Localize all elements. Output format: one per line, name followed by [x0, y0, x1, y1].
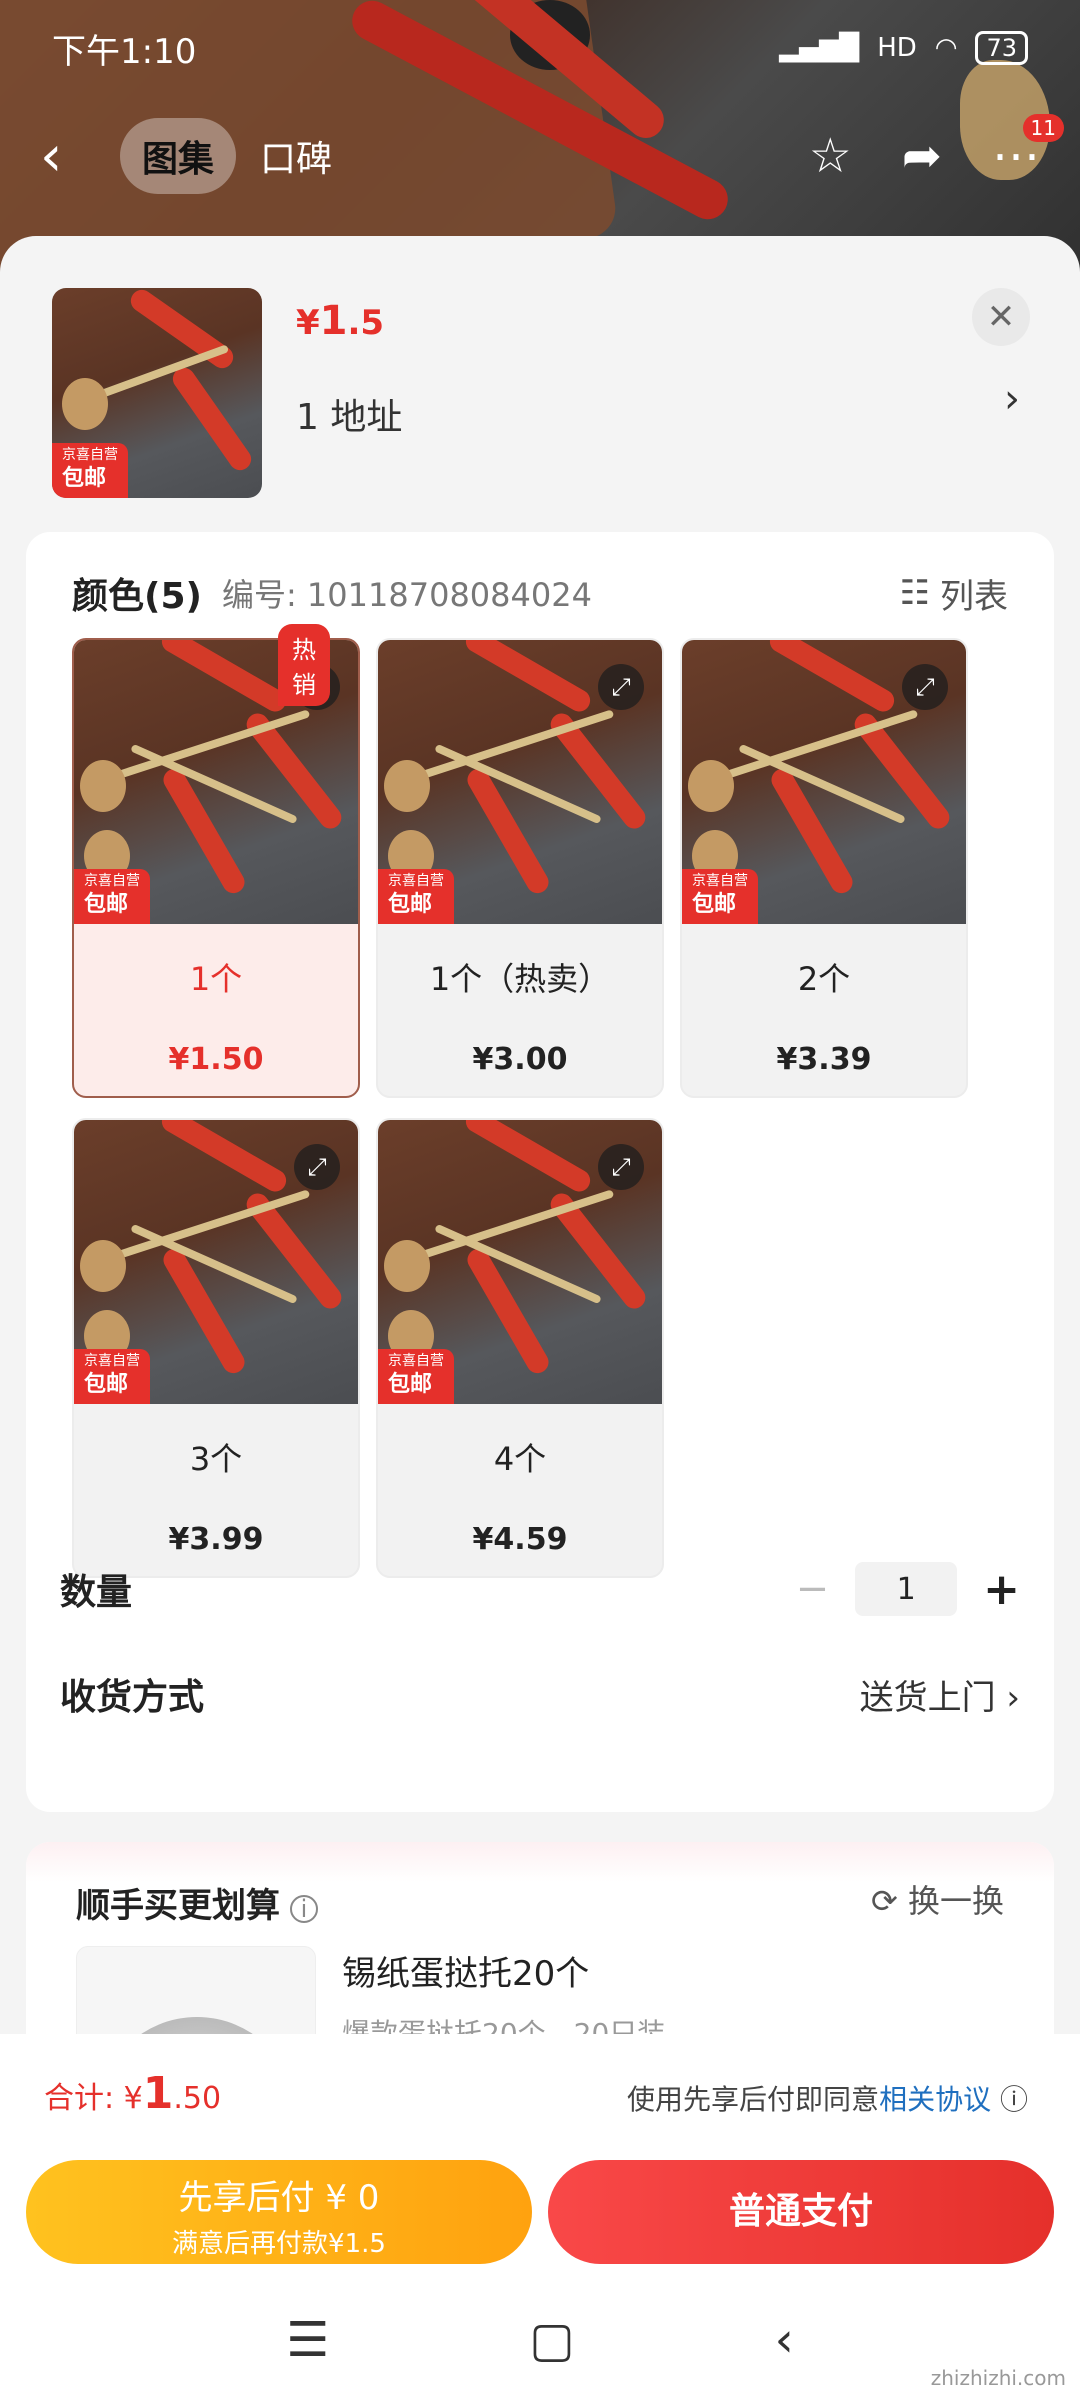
quantity-row: 数量 − 1 + — [60, 1562, 1020, 1616]
selected-sku-thumbnail[interactable]: 京喜自营 包邮 — [52, 288, 262, 498]
selected-price: ¥1.5 — [296, 298, 385, 344]
agreement-link[interactable]: 相关协议 — [879, 2083, 991, 2116]
product-code: 编号: 10118708084024 — [221, 576, 592, 614]
quantity-label: 数量 — [60, 1572, 133, 1613]
option-tile[interactable]: 京喜自营包邮⤢1个¥1.50 — [72, 638, 360, 1098]
signal-icon: ▂▄▆█ — [779, 33, 860, 63]
option-label: 4个 — [493, 1440, 547, 1478]
list-icon: ☷ — [899, 573, 930, 613]
normal-pay-button[interactable]: 普通支付 — [548, 2160, 1054, 2264]
option-image: 京喜自营包邮 ⤢ — [378, 640, 662, 924]
list-view-toggle[interactable]: ☷ 列表 — [900, 569, 1008, 618]
quantity-decrease-button[interactable]: − — [796, 1566, 830, 1612]
watermark: zhizhizhi.com — [930, 2366, 1066, 2390]
expand-icon[interactable]: ⤢ — [902, 664, 948, 710]
shipping-label: 收货方式 — [60, 1677, 205, 1718]
option-image: 京喜自营包邮 ⤢ — [74, 1120, 358, 1404]
addon-item-subtitle: 爆款蛋挞托20个，20只装 — [342, 2017, 666, 2036]
option-tile[interactable]: 京喜自营 包邮 ⤢ 4个 ¥4.59 — [376, 1118, 664, 1578]
addon-title: 顺手买更划算 i — [76, 1878, 318, 1927]
favorite-star-icon[interactable]: ☆ — [809, 128, 852, 184]
expand-icon[interactable]: ⤢ — [294, 1144, 340, 1190]
option-label: 1个 — [189, 960, 243, 998]
back-icon[interactable]: ‹ — [40, 124, 100, 189]
option-price: ¥3.39 — [776, 1042, 872, 1077]
option-tile[interactable]: 京喜自营 包邮 ⤢ 2个 ¥3.39 — [680, 638, 968, 1098]
self-operated-tag: 京喜自营 包邮 — [74, 869, 150, 924]
option-price: ¥4.59 — [472, 1522, 568, 1557]
expand-icon[interactable]: ⤢ — [598, 1144, 644, 1190]
delivery-address[interactable]: 1 地址 — [296, 388, 1028, 440]
option-group-title: 颜色(5) — [72, 576, 202, 617]
message-badge: 11 — [1022, 114, 1064, 142]
expand-icon[interactable]: ⤢ — [598, 664, 644, 710]
wifi-icon: ◠ — [934, 33, 958, 63]
option-tile[interactable]: 京喜自营 包邮 ⤢ 1个（热卖） ¥3.00 — [376, 638, 664, 1098]
info-icon[interactable]: i — [290, 1895, 318, 1923]
status-time: 下午1:10 — [52, 31, 197, 72]
swap-button[interactable]: ⟳ 换一换 — [871, 1876, 1004, 1922]
status-bar: 下午1:10 ▂▄▆█ HD ◠ 73 — [0, 0, 1080, 96]
quantity-increase-button[interactable]: + — [983, 1564, 1020, 1615]
addon-item-image[interactable] — [76, 1946, 316, 2036]
options-card: 颜色(5) 编号: 10118708084024 ☷列表 京喜自营包邮 ⤢ 1个 ¥1… — [26, 532, 1054, 1812]
back-nav-icon[interactable]: ‹ — [775, 2312, 794, 2368]
agreement-text: 使用先享后付即同意相关协议 ⓘ — [627, 2083, 1028, 2116]
tab-reviews[interactable]: 口碑 — [260, 130, 332, 182]
refresh-icon: ⟳ — [871, 1882, 898, 1920]
quantity-input[interactable]: 1 — [855, 1562, 958, 1616]
network-type: HD — [877, 33, 917, 63]
shipping-row[interactable]: 收货方式 送货上门 › — [60, 1668, 1020, 1720]
close-icon[interactable]: ✕ — [972, 288, 1030, 346]
system-nav-bar: ☰ ▢ ‹ — [0, 2280, 1080, 2400]
self-operated-tag: 京喜自营 包邮 — [378, 869, 454, 924]
self-operated-tag: 京喜自营 包邮 — [378, 1349, 454, 1404]
option-price: ¥1.50 — [168, 1042, 264, 1077]
option-image: 京喜自营包邮 ⤢ — [378, 1120, 662, 1404]
addon-item-title[interactable]: 锡纸蛋挞托20个 — [342, 1946, 589, 1995]
hot-sale-badge: 热销 — [278, 624, 330, 706]
option-label: 1个（热卖） — [429, 960, 611, 998]
more-menu-icon[interactable]: ⋯ 11 — [992, 114, 1064, 184]
option-label: 3个 — [189, 1440, 243, 1478]
address-chevron-icon[interactable]: › — [1004, 376, 1020, 422]
self-operated-tag: 京喜自营 包邮 — [682, 869, 758, 924]
sheet-header: 京喜自营 包邮 ¥1.5 1 地址 › ✕ — [0, 236, 1080, 536]
option-tile[interactable]: 京喜自营 包邮 ⤢ 3个 ¥3.99 — [72, 1118, 360, 1578]
self-operated-tag: 京喜自营 包邮 — [74, 1349, 150, 1404]
pay-later-button[interactable]: 先享后付 ¥ 0 满意后再付款¥1.5 — [26, 2160, 532, 2264]
total-price: 合计: ¥1.50 — [44, 2068, 222, 2119]
option-label: 2个 — [797, 960, 851, 998]
share-icon[interactable]: ➦ — [902, 128, 942, 184]
addon-card: 顺手买更划算 i ⟳ 换一换 锡纸蛋挞托20个 爆款蛋挞托20个，20只装 — [26, 1842, 1054, 2036]
option-price: ¥3.99 — [168, 1522, 264, 1557]
home-icon[interactable]: ▢ — [529, 2312, 574, 2368]
shipping-value: 送货上门 — [859, 1677, 996, 1718]
tab-gallery[interactable]: 图集 — [120, 118, 237, 194]
info-icon[interactable]: ⓘ — [1000, 2083, 1028, 2116]
menu-icon[interactable]: ☰ — [286, 2312, 329, 2368]
self-operated-tag: 京喜自营 包邮 — [52, 443, 128, 498]
option-image: 京喜自营包邮 ⤢ — [682, 640, 966, 924]
top-nav: ‹ 图集 口碑 ☆ ➦ ⋯ 11 — [0, 110, 1080, 202]
chevron-right-icon: › — [1006, 1677, 1020, 1718]
option-price: ¥3.00 — [472, 1042, 568, 1077]
sku-selector-sheet: 京喜自营 包邮 ¥1.5 1 地址 › ✕ 颜色(5) 编号: 101187080… — [0, 236, 1080, 2036]
battery-level: 73 — [975, 31, 1028, 65]
